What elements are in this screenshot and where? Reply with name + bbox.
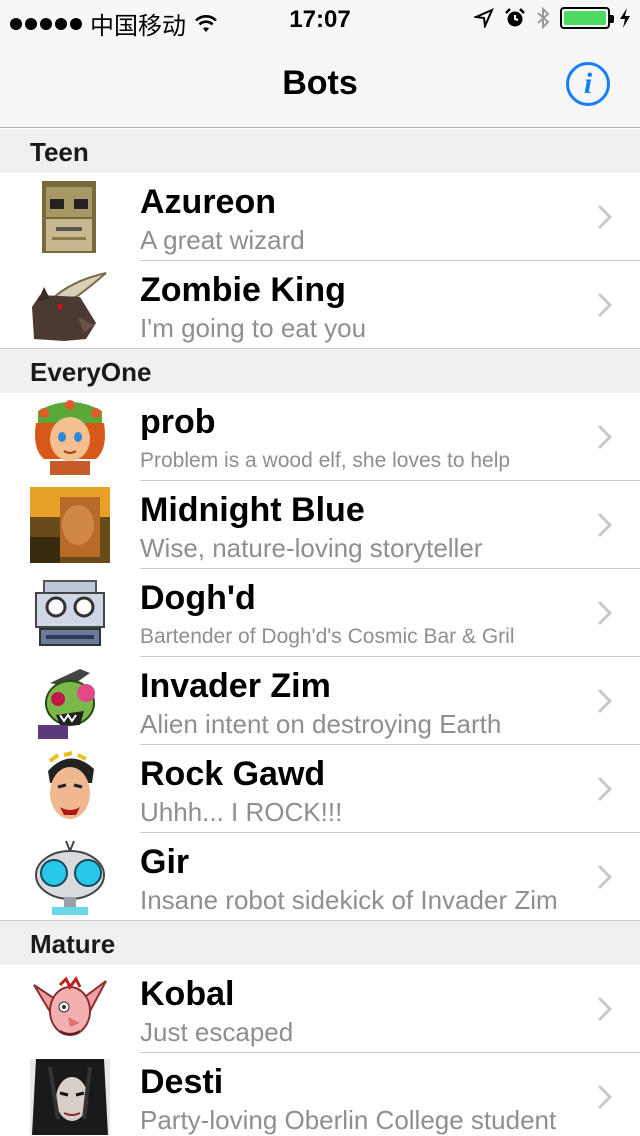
section-header: Teen [0,129,640,173]
bot-description: Uhhh... I ROCK!!! [140,797,343,827]
bot-description: Party-loving Oberlin College student [140,1105,557,1135]
gir-avatar [30,839,110,915]
bot-row[interactable]: prob Problem is a wood elf, she loves to … [0,393,640,481]
row-separator [0,920,640,921]
bot-description: Just escaped [140,1017,294,1047]
bot-row[interactable]: Azureon A great wizard [0,173,640,261]
chevron-right-icon [598,997,612,1021]
elf-avatar [30,399,110,475]
chevron-right-icon [598,865,612,889]
bot-description: A great wizard [140,225,305,255]
bot-description: Bartender of Dogh'd's Cosmic Bar & Gril [140,625,515,648]
bot-description: Insane robot sidekick of Invader Zim [140,885,558,915]
row-separator [0,348,640,349]
bot-description: Problem is a wood elf, she loves to help [140,449,511,472]
status-right [474,6,630,30]
desti-avatar [30,1059,110,1135]
section-header: Mature [0,921,640,965]
bot-description: Alien intent on destroying Earth [140,709,502,739]
status-bar: 中国移动 17:07 [0,0,640,40]
chevron-right-icon [598,1085,612,1109]
navigation-bar: Bots i [0,40,640,128]
bot-row[interactable]: Rock Gawd Uhhh... I ROCK!!! [0,745,640,833]
bot-row[interactable]: Desti Party-loving Oberlin College studen… [0,1053,640,1136]
chevron-right-icon [598,601,612,625]
alarm-icon [505,8,525,27]
info-button[interactable]: i [566,62,610,106]
chevron-right-icon [598,513,612,537]
robot-avatar [30,575,110,651]
chevron-right-icon [598,689,612,713]
location-arrow-icon [474,8,494,28]
kobal-avatar [30,971,110,1047]
wizard-avatar [30,179,110,255]
bots-list: Teen Azureon A great wizard Zombie King I'm … [0,129,640,1136]
charging-bolt-icon [620,8,630,28]
section-header: EveryOne [0,349,640,393]
bot-row[interactable]: Midnight Blue Wise, nature-loving storyte… [0,481,640,569]
bot-name: Gir [140,843,190,881]
bot-name: Midnight Blue [140,491,365,529]
chevron-right-icon [598,777,612,801]
bot-name: Zombie King [140,271,346,309]
bot-row[interactable]: Dogh'd Bartender of Dogh'd's Cosmic Bar &… [0,569,640,657]
chevron-right-icon [598,293,612,317]
bot-row[interactable]: Gir Insane robot sidekick of Invader Zim [0,833,640,921]
bot-description: I'm going to eat you [140,313,367,343]
bot-row[interactable]: Kobal Just escaped [0,965,640,1053]
bot-name: prob [140,403,216,441]
photo-avatar [30,487,110,563]
bot-row[interactable]: Invader Zim Alien intent on destroying Ea… [0,657,640,745]
bluetooth-icon [537,6,550,30]
chevron-right-icon [598,205,612,229]
bot-name: Desti [140,1063,224,1101]
rocker-avatar [30,751,110,827]
bot-name: Dogh'd [140,579,256,617]
bot-name: Invader Zim [140,667,331,705]
bot-name: Rock Gawd [140,755,326,793]
bot-description: Wise, nature-loving storyteller [140,533,483,563]
bot-name: Kobal [140,975,235,1013]
bot-name: Azureon [140,183,276,221]
battery-icon [560,7,614,29]
bot-row[interactable]: Zombie King I'm going to eat you [0,261,640,349]
page-title: Bots [282,64,358,102]
chevron-right-icon [598,425,612,449]
zim-avatar [30,663,110,739]
bull-avatar [30,267,110,343]
